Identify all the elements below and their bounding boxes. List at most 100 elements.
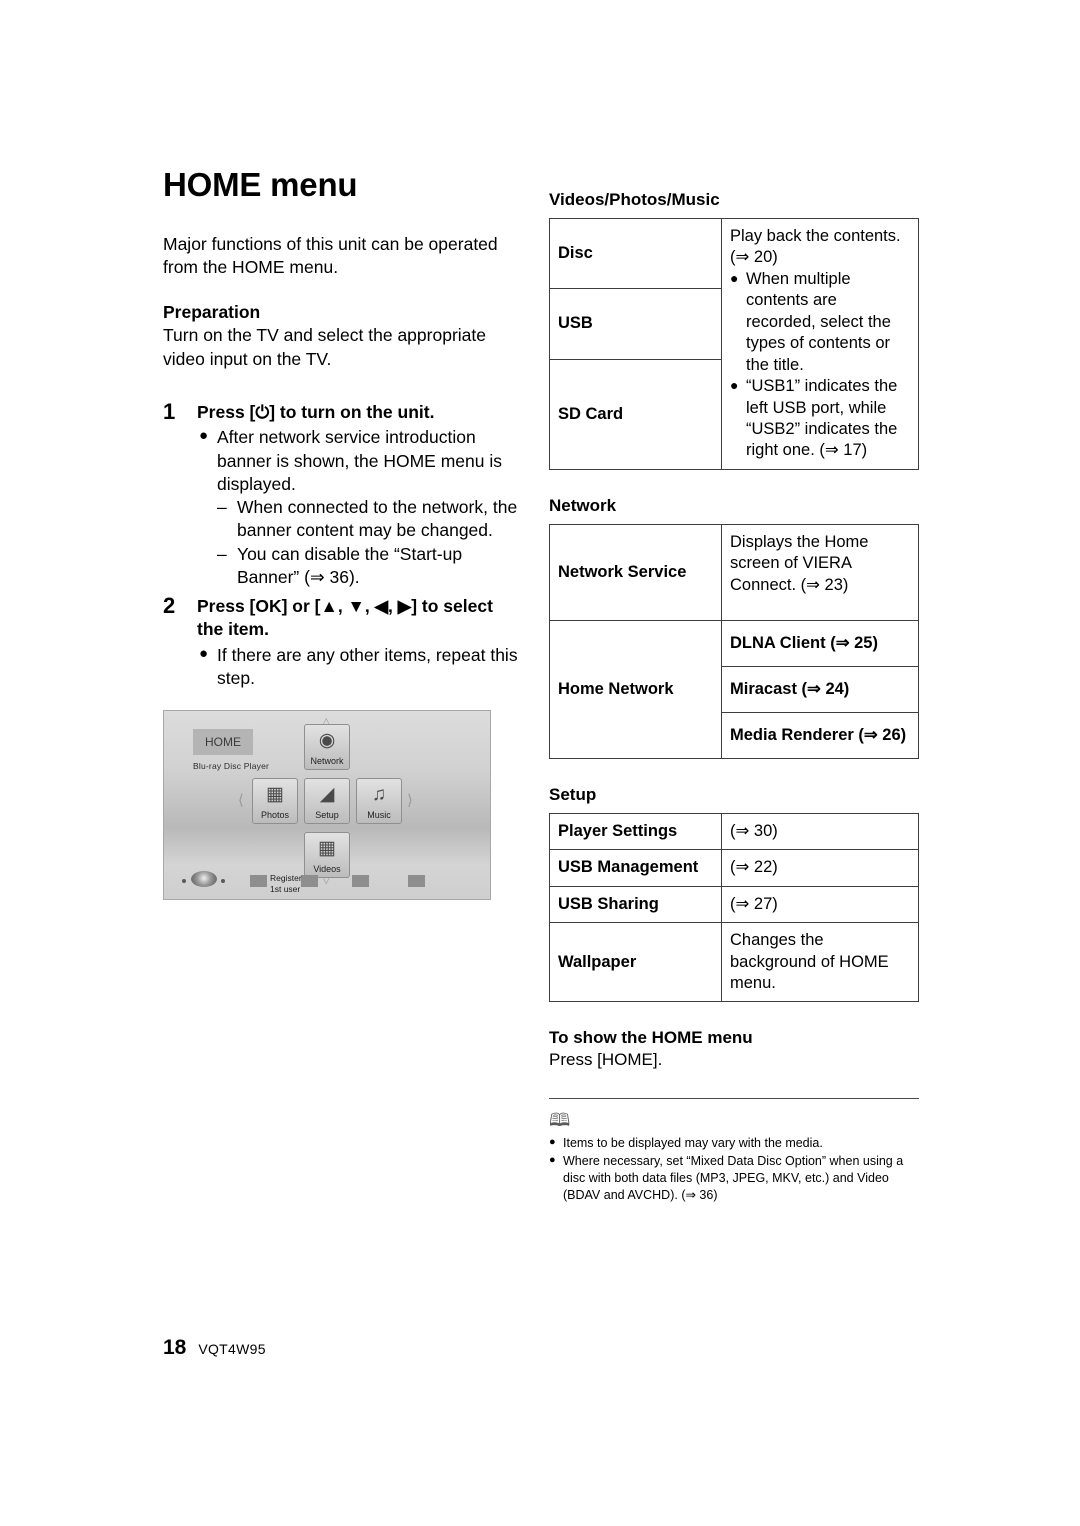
list-item: ● Where necessary, set “Mixed Data Disc … xyxy=(549,1153,919,1204)
intro-paragraph: Major functions of this unit can be oper… xyxy=(163,233,498,277)
table-row: USB Sharing (⇒ 27) xyxy=(549,885,919,924)
left-column: HOME menu Major functions of this unit c… xyxy=(163,166,521,901)
list-item: ● “USB1” indicates the left USB port, wh… xyxy=(730,376,910,462)
photos-stack-icon: ▦ xyxy=(266,784,284,806)
row-value-player-settings: (⇒ 30) xyxy=(721,812,919,851)
row-label-network-service: Network Service xyxy=(549,523,722,621)
table-row: Disc Play back the contents. (⇒ 20) ● Wh… xyxy=(549,217,919,470)
step-2-number: 2 xyxy=(163,593,176,619)
row-value-miracast: Miracast (⇒ 24) xyxy=(721,665,919,713)
table-row: Network Service Displays the Home screen… xyxy=(549,523,919,621)
bullet-dot-icon: ● xyxy=(549,1154,556,1167)
screenshot-tile-music[interactable]: ♫ Music xyxy=(356,778,402,825)
tile-label: Videos xyxy=(313,864,341,875)
home-menu-screenshot: HOME Blu-ray Disc Player △ ▽ ⟨ ⟩ ◉ Netwo… xyxy=(163,710,491,901)
row-value-media-renderer: Media Renderer (⇒ 26) xyxy=(721,711,919,759)
row-value-wallpaper: Changes the background of HOME menu. xyxy=(721,922,919,1003)
row-label-home-network: Home Network xyxy=(549,619,722,759)
page-number: 18 xyxy=(163,1336,187,1359)
page-footer: 18 VQT4W95 xyxy=(163,1336,266,1360)
list-item: ● When multiple contents are recorded, s… xyxy=(730,269,910,376)
step-2: 2 Press [OK] or [▲, ▼, ◀, ▶] to select t… xyxy=(163,593,521,691)
notes-list: ● Items to be displayed may vary with th… xyxy=(549,1135,919,1204)
dash-icon: – xyxy=(217,543,227,564)
screenshot-home-badge: HOME xyxy=(193,729,253,756)
note-0: Items to be displayed may vary with the … xyxy=(563,1136,823,1151)
row-value-usb-management: (⇒ 22) xyxy=(721,849,919,887)
disc-dot-left-icon xyxy=(182,879,186,884)
row-label-player-settings: Player Settings xyxy=(549,812,722,851)
merged-bullets: ● When multiple contents are recorded, s… xyxy=(730,269,910,462)
chevron-left-icon: ⟨ xyxy=(238,792,244,810)
network-globe-icon: ◉ xyxy=(318,730,336,752)
dash-icon: – xyxy=(217,497,227,518)
table-heading-network: Network xyxy=(549,495,617,515)
step-2-bullet-0: If there are any other items, repeat thi… xyxy=(217,644,518,688)
merged-value-cell: Play back the contents. (⇒ 20) ● When mu… xyxy=(721,218,919,470)
table-heading-setup: Setup xyxy=(549,784,597,804)
step-1-subitem-0: When connected to the network, the banne… xyxy=(237,497,518,541)
page-title: HOME menu xyxy=(163,166,358,203)
merged-bullet-1: “USB1” indicates the left USB port, whil… xyxy=(746,377,898,460)
section-divider xyxy=(549,1098,919,1100)
manual-page: HOME menu Major functions of this unit c… xyxy=(163,0,919,1526)
color-button-4[interactable] xyxy=(408,875,425,888)
show-home-menu-heading: To show the HOME menu xyxy=(549,1028,753,1048)
table-row: USB Management (⇒ 22) xyxy=(549,849,919,887)
screenshot-tile-network[interactable]: ◉ Network xyxy=(304,724,350,771)
color-button-3[interactable] xyxy=(352,875,369,888)
setup-wrench-icon: ◢ xyxy=(319,784,335,806)
color-button-1[interactable] xyxy=(250,875,267,888)
table-row: Wallpaper Changes the background of HOME… xyxy=(549,922,919,1003)
document-code: VQT4W95 xyxy=(198,1341,266,1357)
step-1: 1 Press [⏻] to turn on the unit. ● After… xyxy=(163,398,521,589)
tile-label: Music xyxy=(367,810,391,821)
bullet-dot-icon: ● xyxy=(199,644,209,662)
step-1-bullet-0: After network service introduction banne… xyxy=(217,427,502,494)
list-item: ● If there are any other items, repeat t… xyxy=(197,644,521,691)
row-label-usb-sharing: USB Sharing xyxy=(549,885,722,924)
step-1-bullets: ● After network service introduction ban… xyxy=(197,426,521,589)
tile-label: Photos xyxy=(260,810,290,821)
note-1: Where necessary, set “Mixed Data Disc Op… xyxy=(563,1154,904,1203)
bullet-dot-icon: ● xyxy=(730,377,739,394)
step-1-subitems: – When connected to the network, the ban… xyxy=(217,496,521,589)
row-value-usb-sharing: (⇒ 27) xyxy=(721,885,919,924)
disc-dot-right-icon xyxy=(221,879,225,884)
show-home-menu-text: Press [HOME]. xyxy=(549,1050,663,1070)
table-network: Network Service Displays the Home screen… xyxy=(549,523,919,759)
row-label-usb-management: USB Management xyxy=(549,849,722,887)
bullet-dot-icon: ● xyxy=(199,427,209,445)
screenshot-subtitle: Blu-ray Disc Player xyxy=(193,761,270,772)
table-row: Home Network DLNA Client (⇒ 25) xyxy=(549,619,919,759)
preparation-text: Turn on the TV and select the appropriat… xyxy=(163,325,486,369)
book-note-icon: 🕮 xyxy=(549,1110,571,1131)
merged-lead-text: Play back the contents. (⇒ 20) xyxy=(730,227,901,267)
merged-bullet-0: When multiple contents are recorded, sel… xyxy=(746,269,891,374)
chevron-right-icon: ⟩ xyxy=(407,792,413,810)
table-row: Player Settings (⇒ 30) xyxy=(549,812,919,851)
list-item: ● Items to be displayed may vary with th… xyxy=(549,1135,919,1152)
table-setup: Player Settings (⇒ 30) USB Management (⇒… xyxy=(549,812,919,1003)
color-button-2[interactable] xyxy=(301,875,318,888)
row-label-usb: USB xyxy=(549,288,722,360)
bullet-dot-icon: ● xyxy=(730,269,739,286)
list-item: – You can disable the “Start-up Banner” … xyxy=(217,543,521,590)
table-heading-videos-photos-music: Videos/Photos/Music xyxy=(549,190,720,209)
screenshot-tile-photos[interactable]: ▦ Photos xyxy=(252,778,298,825)
preparation-heading: Preparation xyxy=(163,302,261,323)
row-value-network-service: Displays the Home screen of VIERA Connec… xyxy=(721,523,919,621)
screenshot-tile-setup[interactable]: ◢ Setup xyxy=(304,778,350,825)
step-1-title: Press [⏻] to turn on the unit. xyxy=(197,401,435,422)
step-1-number: 1 xyxy=(163,398,176,424)
tile-label: Network xyxy=(310,756,344,767)
color-button-label: Register 1st user xyxy=(270,873,302,894)
videos-film-icon: ▦ xyxy=(318,838,336,860)
right-column: Videos/Photos/Music Disc Play back the c… xyxy=(549,190,919,1205)
table-videos-photos-music: Disc Play back the contents. (⇒ 20) ● Wh… xyxy=(549,217,919,470)
disc-icon xyxy=(191,871,217,888)
step-1-subitem-1: You can disable the “Start-up Banner” (⇒… xyxy=(237,543,463,587)
list-item: – When connected to the network, the ban… xyxy=(217,496,521,543)
screenshot-tile-videos[interactable]: ▦ Videos xyxy=(304,832,350,879)
bullet-dot-icon: ● xyxy=(549,1136,556,1149)
